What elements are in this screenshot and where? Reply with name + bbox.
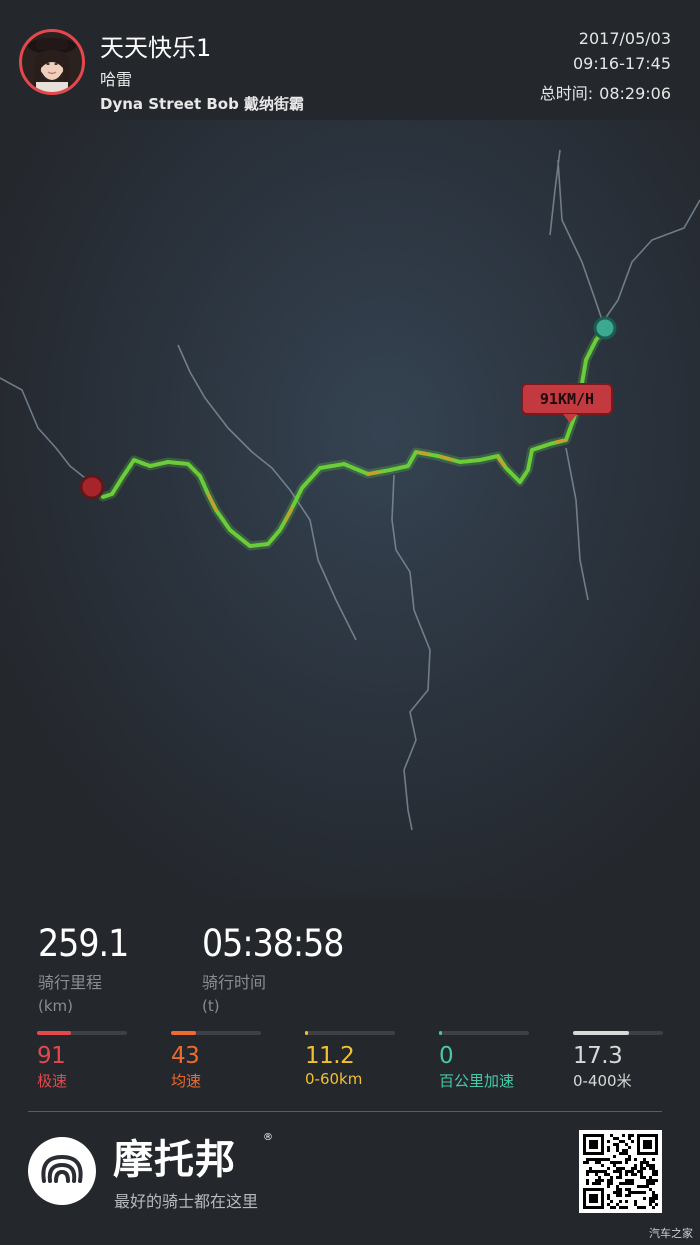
duration-value: 05:38:58 — [202, 922, 344, 965]
stat-bar-fill — [171, 1031, 197, 1035]
duration-stat: 05:38:58 骑行时间 (t) — [202, 922, 344, 1015]
footer-divider — [28, 1111, 662, 1112]
road-northeast — [599, 199, 700, 327]
trip-total-time: 总时间: 08:29:06 — [540, 80, 671, 104]
stat-value: 0 — [439, 1043, 454, 1069]
trip-date: 2017/05/03 — [578, 29, 671, 48]
user-nickname: 哈雷 — [100, 70, 133, 89]
user-name: 天天快乐1 — [100, 34, 212, 62]
stat-value: 17.3 — [573, 1043, 623, 1069]
max-speed-tag: 91KM/H — [521, 383, 613, 423]
stat-label: 0-400米 — [573, 1072, 632, 1090]
road-west — [0, 377, 101, 491]
qr-code-icon[interactable] — [579, 1130, 662, 1213]
distance-unit: (km) — [38, 997, 74, 1015]
stat-bar-track — [305, 1031, 395, 1035]
brand-name: 摩托邦 — [113, 1137, 236, 1183]
logo-mark — [41, 1154, 83, 1183]
stat-bar-track — [171, 1031, 261, 1035]
mini-stat-0-60: 11.2 0-60km — [305, 1031, 395, 1088]
avatar-photo — [28, 38, 76, 92]
distance-value: 259.1 — [38, 922, 129, 965]
stat-value: 91 — [37, 1043, 66, 1069]
route-glow — [98, 325, 609, 551]
trip-time-range: 09:16-17:45 — [573, 54, 671, 73]
stat-bar-fill — [305, 1031, 308, 1035]
stat-bar-track — [439, 1031, 529, 1035]
map-canvas — [0, 149, 700, 831]
brand-slogan: 最好的骑士都在这里 — [114, 1192, 259, 1211]
stat-label: 极速 — [37, 1072, 68, 1090]
total-time-label: 总时间: — [539, 84, 594, 103]
stat-bar-fill — [573, 1031, 629, 1035]
road-east-upper — [557, 159, 605, 327]
mini-stat-max-speed: 91 极速 — [37, 1031, 127, 1091]
distance-stat: 259.1 骑行里程 (km) — [38, 922, 129, 1015]
route-line — [101, 328, 606, 548]
stat-bar-fill — [37, 1031, 72, 1035]
road-spur — [549, 149, 561, 236]
stat-label: 0-60km — [305, 1070, 363, 1088]
stat-bar-track — [573, 1031, 663, 1035]
mini-stat-0-100: 0 百公里加速 — [439, 1031, 529, 1091]
moto-bang-logo-icon[interactable] — [28, 1137, 96, 1205]
stat-value: 11.2 — [305, 1043, 355, 1069]
brand-trademark: ® — [263, 1132, 273, 1143]
mini-stat-0-400m: 17.3 0-400米 — [573, 1031, 663, 1091]
qr-pattern — [583, 1134, 658, 1209]
avatar[interactable] — [19, 29, 85, 95]
road-east-lower — [565, 447, 589, 601]
duration-unit: (t) — [202, 997, 220, 1015]
stat-bar-fill — [439, 1031, 442, 1035]
bike-model: Dyna Street Bob 戴纳街霸 — [100, 95, 305, 113]
total-time-value: 08:29:06 — [599, 84, 671, 103]
stat-value: 43 — [171, 1043, 200, 1069]
distance-label: 骑行里程 — [38, 973, 103, 992]
mini-stat-avg-speed: 43 均速 — [171, 1031, 261, 1091]
route-map[interactable]: 91KM/H — [0, 120, 700, 900]
stat-bar-track — [37, 1031, 127, 1035]
map-roads — [0, 149, 700, 831]
stat-label: 均速 — [171, 1072, 202, 1090]
stat-label: 百公里加速 — [439, 1072, 515, 1090]
watermark: 汽车之家 — [649, 1227, 693, 1240]
duration-label: 骑行时间 — [202, 973, 267, 992]
road-south — [391, 474, 431, 831]
trip-header: 天天快乐1 哈雷 Dyna Street Bob 戴纳街霸 2017/05/03… — [0, 0, 700, 120]
route-end-marker — [79, 474, 105, 500]
route-start-marker — [593, 316, 617, 340]
